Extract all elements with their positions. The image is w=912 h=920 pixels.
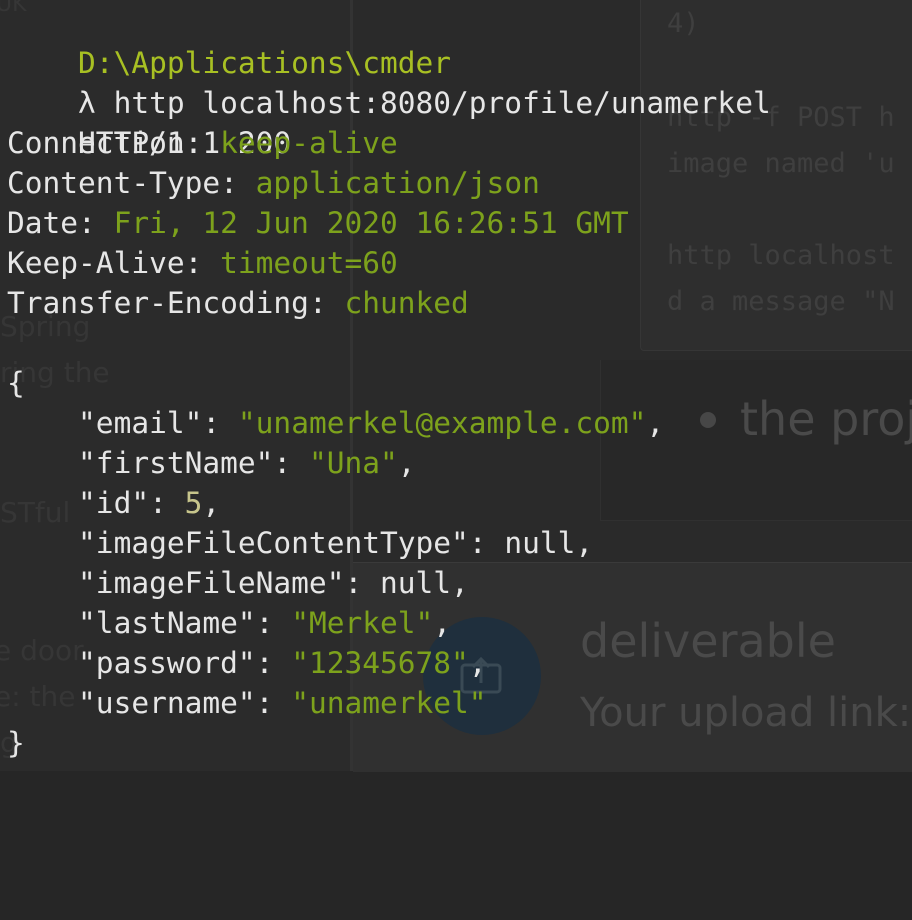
json-comma: , — [646, 406, 665, 440]
json-value: "unamerkel@example.com" — [237, 406, 647, 440]
json-field: "username": "unamerkel" — [78, 686, 487, 720]
header-key: Transfer-Encoding — [7, 286, 309, 320]
json-field: "email": "unamerkel@example.com", — [78, 406, 665, 440]
json-field: "imageFileName": null, — [78, 566, 469, 600]
header-key: Connection — [7, 126, 185, 160]
command-line: λ http localhost:8080/profile/unamerkel — [7, 43, 771, 120]
json-value: "Una" — [308, 446, 398, 480]
header-key: Content-Type — [7, 166, 221, 200]
json-value: "Merkel" — [291, 606, 434, 640]
json-open-brace: { — [7, 363, 25, 403]
header-value: application/json — [255, 166, 540, 200]
json-key: "lastName" — [78, 606, 256, 640]
json-key: "email" — [78, 406, 203, 440]
cwd-line: D:\Applications\cmder — [7, 3, 451, 80]
json-value: 5 — [184, 486, 203, 520]
close-brace: } — [7, 726, 25, 760]
json-key: "firstName" — [78, 446, 274, 480]
json-comma: , — [397, 446, 416, 480]
json-field: "lastName": "Merkel", — [78, 606, 452, 640]
json-key: "username" — [78, 686, 256, 720]
json-close-brace: } — [7, 723, 25, 763]
json-value: null — [380, 566, 452, 600]
json-field: "password": "12345678", — [78, 646, 487, 680]
json-comma: , — [202, 486, 221, 520]
json-value: "unamerkel" — [291, 686, 487, 720]
json-key: "id" — [78, 486, 150, 520]
header-line: Connection: keep-alive — [7, 126, 398, 160]
header-value: timeout=60 — [220, 246, 398, 280]
json-comma: , — [451, 566, 469, 600]
json-value: null — [504, 526, 576, 560]
json-key: "password" — [78, 646, 256, 680]
header-line: Transfer-Encoding: chunked — [7, 286, 469, 320]
json-comma: , — [575, 526, 594, 560]
json-field: "firstName": "Una", — [78, 446, 416, 480]
json-comma: , — [468, 646, 487, 680]
json-key: "imageFileContentType" — [78, 526, 469, 560]
terminal-output[interactable]: D:\Applications\cmder λ http localhost:8… — [0, 0, 912, 771]
json-value: "12345678" — [291, 646, 469, 680]
header-line: Content-Type: application/json — [7, 166, 540, 200]
json-field: "imageFileContentType": null, — [78, 526, 594, 560]
json-key: "imageFileName" — [78, 566, 345, 600]
header-value: Fri, 12 Jun 2020 16:26:51 GMT — [113, 206, 629, 240]
header-key: Date — [7, 206, 79, 240]
status-line: HTTP/1.1 200 — [7, 83, 291, 160]
header-line: Keep-Alive: timeout=60 — [7, 246, 398, 280]
header-line: Date: Fri, 12 Jun 2020 16:26:51 GMT — [7, 206, 629, 240]
header-value: chunked — [344, 286, 469, 320]
json-field: "id": 5, — [78, 486, 221, 520]
header-value: keep-alive — [220, 126, 398, 160]
header-key: Keep-Alive — [7, 246, 185, 280]
open-brace: { — [7, 366, 25, 400]
json-comma: , — [433, 606, 452, 640]
